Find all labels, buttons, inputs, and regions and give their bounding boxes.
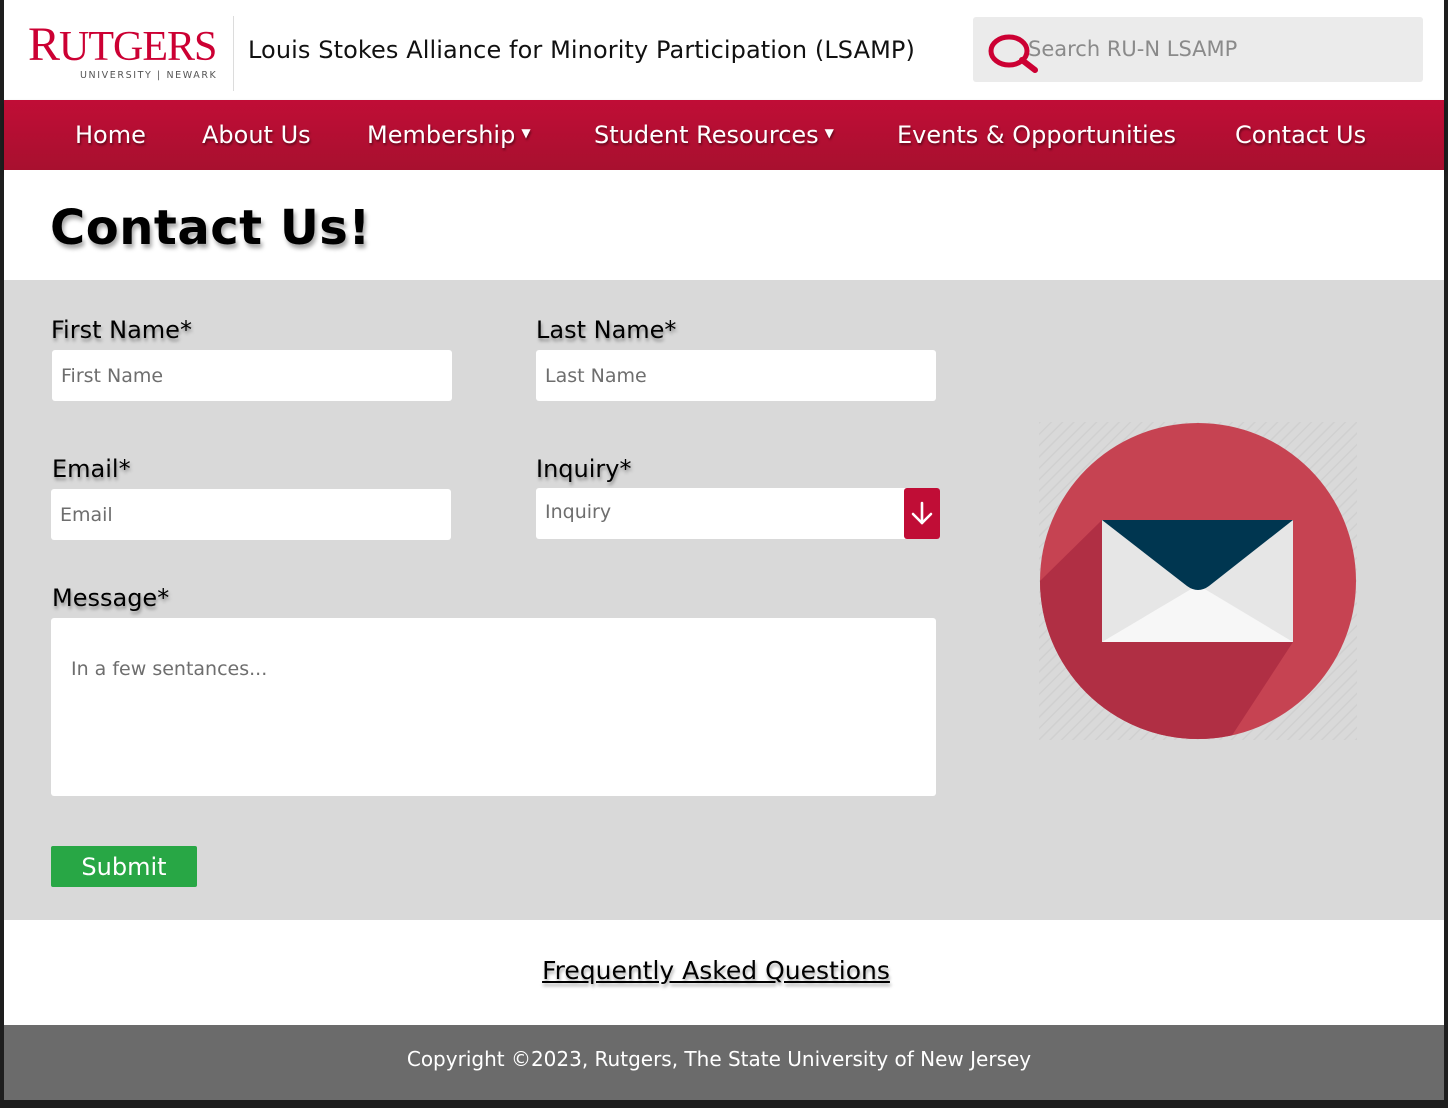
logo-wordmark: RUTGERS xyxy=(28,18,217,71)
submit-button[interactable]: Submit xyxy=(51,846,197,887)
nav-item-about-us[interactable]: About Us xyxy=(202,118,311,152)
logo-subtitle: UNIVERSITY | NEWARK xyxy=(80,70,218,81)
page: RUTGERS UNIVERSITY | NEWARK Louis Stokes… xyxy=(4,0,1444,1100)
inquiry-label: Inquiry* xyxy=(536,455,632,483)
header-divider xyxy=(233,16,234,91)
copyright-text: Copyright ©2023, Rutgers, The State Univ… xyxy=(406,1047,1032,1071)
inquiry-select[interactable]: Inquiry xyxy=(536,488,940,539)
search-input[interactable] xyxy=(1028,31,1408,67)
site-title: Louis Stokes Alliance for Minority Parti… xyxy=(248,36,915,64)
last-name-label: Last Name* xyxy=(536,316,677,344)
first-name-field[interactable] xyxy=(52,350,452,401)
site-footer: Copyright ©2023, Rutgers, The State Univ… xyxy=(4,1025,1444,1100)
site-header: RUTGERS UNIVERSITY | NEWARK Louis Stokes… xyxy=(4,0,1444,100)
envelope-icon xyxy=(1039,422,1357,740)
page-title: Contact Us! xyxy=(50,200,371,256)
email-field[interactable] xyxy=(51,489,451,540)
main-nav: Home About Us Membership ▼ Student Resour… xyxy=(4,100,1444,170)
last-name-field[interactable] xyxy=(536,350,936,401)
inquiry-select-value: Inquiry xyxy=(545,501,612,523)
nav-item-events-opportunities[interactable]: Events & Opportunities xyxy=(897,118,1176,152)
message-label: Message* xyxy=(52,584,170,612)
faq-section: Frequently Asked Questions xyxy=(4,920,1444,1025)
select-arrow-button[interactable] xyxy=(904,488,940,539)
title-section: Contact Us! xyxy=(4,170,1444,280)
dropdown-caret-icon: ▼ xyxy=(521,126,531,140)
arrow-down-icon xyxy=(911,501,933,525)
search-box xyxy=(973,17,1423,82)
first-name-label: First Name* xyxy=(51,316,192,344)
contact-form: First Name* Last Name* Email* Inquiry* I… xyxy=(4,280,1444,920)
nav-item-membership[interactable]: Membership ▼ xyxy=(367,118,531,153)
email-label: Email* xyxy=(52,455,131,483)
nav-item-contact-us[interactable]: Contact Us xyxy=(1235,118,1366,152)
nav-item-home[interactable]: Home xyxy=(75,118,146,152)
faq-link[interactable]: Frequently Asked Questions xyxy=(4,956,1428,985)
nav-item-student-resources[interactable]: Student Resources ▼ xyxy=(594,118,834,153)
rutgers-logo[interactable]: RUTGERS UNIVERSITY | NEWARK xyxy=(28,18,218,86)
message-field[interactable] xyxy=(51,618,936,796)
dropdown-caret-icon: ▼ xyxy=(824,126,834,140)
